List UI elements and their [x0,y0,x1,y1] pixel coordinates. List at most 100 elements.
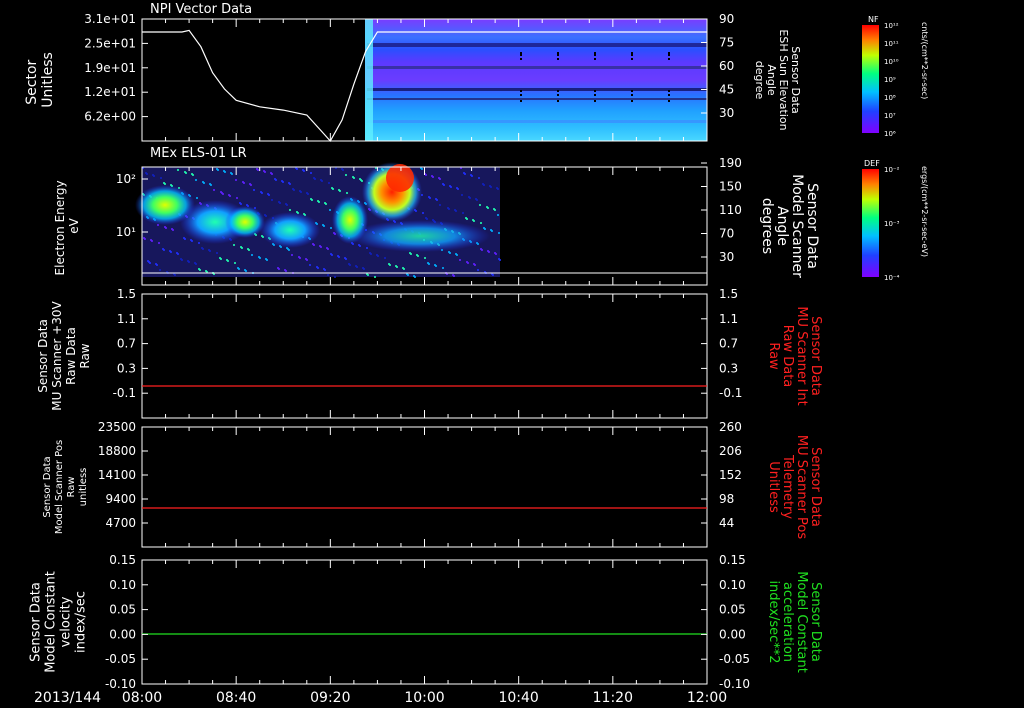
colorbar-tick-label: 10⁻² [884,166,900,174]
y-axis-label: Model Scanner Pos [54,440,65,534]
colorbar-tick-label: 10⁻⁴ [884,274,900,282]
y-axis-label: eV [67,217,81,233]
right-axis-label-line: MU Scanner Int [794,306,809,405]
colorbar-tick-label: 10¹⁰ [884,58,899,66]
y-tick-label-right: 70 [719,227,734,241]
colorbar-tick-label: 10¹² [884,22,899,30]
y-tick-label-right: -0.05 [719,652,750,666]
right-axis-label: Sensor DataESH Sun ElevationAngledegree [753,29,802,130]
y-tick-label-left: 6.2e+00 [84,110,136,124]
y-tick-label-left: 3.1e+01 [84,12,136,26]
y-tick-label-right: 1.1 [719,312,738,326]
left-axis-label: Sensor Data Model Constant velocity index/s… [29,571,89,673]
colorbar-ticks: 10⁻² 10⁻³ 10⁻⁴ [884,166,900,282]
right-axis-label: Sensor DataModel ScannerAngledegrees [759,174,820,278]
y-tick-label-left: 2.5e+01 [84,36,136,50]
heatmap-els [135,162,501,278]
axis-ticks: 1.5 1.1 0.7 0.3 -0.1 1.5 1.1 0.7 0.3 -0.1 [113,287,742,418]
x-tick-label: 10:40 [498,690,538,706]
y-axis-label: MU Scanner +30V [50,301,64,411]
y-axis-label: Sensor Data [29,582,44,662]
colorbar-tick-label: 10⁶ [884,130,896,138]
colorbar-unit: cnts/(cm**2-sr-sec) [920,22,929,99]
x-tick-label: 12:00 [687,690,727,706]
y-tick-label-left: 0.3 [117,361,136,375]
colorbar-def: DEF 10⁻² 10⁻³ 10⁻⁴ ergs/(cm**2-sr-sec-eV) [862,159,929,282]
colorbar-title: DEF [864,159,880,168]
colorbar-title: NF [868,15,879,24]
y-tick-label-left: 0.10 [109,578,136,592]
y-tick-label-left: 10¹ [116,225,136,239]
chart-canvas: NPI Vector Data 3.1e+01 2.5e+01 1.9e+01 1.2… [24,2,929,706]
plot-frame [141,426,708,548]
y-axis-label: index/sec [74,591,89,653]
y-tick-label-right: 0.15 [719,553,746,567]
y-tick-label-left: 1.5 [117,287,136,301]
y-tick-label-left: -0.10 [105,677,136,691]
axis-ticks: 0.15 0.10 0.05 0.00 -0.05 -0.10 0.15 0.10 0.05 0.… [105,553,750,691]
y-tick-label-left: 0.00 [109,627,136,641]
y-tick-label-left: 1.2e+01 [84,85,136,99]
x-tick-label: 08:00 [122,690,162,706]
y-axis-label: Sector [24,59,40,104]
y-tick-label-right: 30 [719,106,734,120]
y-tick-label-right: 60 [719,59,734,73]
colorbar-tick-label: 10⁸ [884,94,896,102]
y-axis-label: Model Constant [44,571,59,673]
right-axis-label-line: Raw Data [780,325,795,388]
y-tick-label-right: 90 [719,12,734,26]
right-axis-label-line: Sensor Data [804,183,820,269]
y-tick-label-right: 206 [719,444,742,458]
plot-frame [141,293,708,419]
plot-frame [141,559,708,685]
y-axis-label: Raw Data [64,327,78,385]
panel-title: MEx ELS-01 LR [150,146,247,161]
panel-constant: 0.15 0.10 0.05 0.00 -0.05 -0.10 0.15 0.10 0.05 0.… [29,553,824,691]
y-tick-label-right: 45 [719,83,734,97]
y-tick-label-right: 150 [719,180,742,194]
y-tick-label-left: 14100 [98,468,136,482]
y-tick-label-right: 75 [719,36,734,50]
colorbar-ticks: 10¹² 10¹¹ 10¹⁰ 10⁹ 10⁸ 10⁷ 10⁶ [884,22,899,138]
y-tick-label-right: 0.05 [719,603,746,617]
colorbar-tick-label: 10⁷ [884,112,896,120]
colorbar-gradient [862,25,879,133]
colorbar-gradient [862,169,879,277]
y-axis-label: Unitless [40,52,56,108]
y-axis-label: Raw [78,343,92,368]
right-axis-label-line: index/sec**2 [766,580,781,663]
y-tick-label-right: 98 [719,492,734,506]
right-axis-label-line: Angle [774,206,790,246]
date-label: 2013/144 [34,690,101,706]
y-axis-label: Sensor Data [36,319,50,393]
x-axis-ticks: 08:00 08:40 09:20 10:00 10:40 11:20 12:00 [122,690,727,706]
y-tick-label-left: 9400 [105,492,136,506]
y-axis-label: unitless [78,468,89,507]
colorbar-tick-label: 10⁻³ [884,220,900,228]
y-tick-label-right: 260 [719,420,742,434]
right-axis-label: Sensor DataModel Constantaccelerationind… [766,571,823,673]
y-tick-label-right: 30 [719,250,734,264]
left-axis-label: Sensor Data Model Scanner Pos Raw unitless [42,440,89,534]
colorbar-nf: NF 10¹² 10¹¹ 10¹⁰ 10⁹ 10⁸ 10⁷ 10⁶ cnts/(cm**2-… [862,15,929,138]
right-axis-label-line: degrees [759,198,775,254]
x-tick-label: 11:20 [593,690,633,706]
y-axis-label: Sensor Data [42,456,53,517]
right-axis-label-line: acceleration [780,582,795,662]
y-tick-label-right: 1.5 [719,287,738,301]
right-axis-label-line: MU Scanner Pos [794,435,809,540]
y-tick-label-left: -0.1 [113,386,136,400]
right-axis-label-line: Raw [766,342,781,370]
axis-ticks: 23500 18800 14100 9400 4700 260 206 152 98 44 [98,420,742,547]
right-axis-label-line: Unitless [766,461,781,513]
right-axis-label-line: Model Constant [794,571,809,673]
x-tick-label: 09:20 [310,690,350,706]
y-tick-label-left: -0.05 [105,652,136,666]
y-tick-label-right: 0.3 [719,361,738,375]
y-tick-label-left: 0.05 [109,603,136,617]
y-tick-label-left: 23500 [98,420,136,434]
y-tick-label-left: 0.7 [117,337,136,351]
y-tick-label-right: 190 [719,156,742,170]
y-tick-label-right: 152 [719,468,742,482]
x-tick-label: 08:40 [216,690,256,706]
